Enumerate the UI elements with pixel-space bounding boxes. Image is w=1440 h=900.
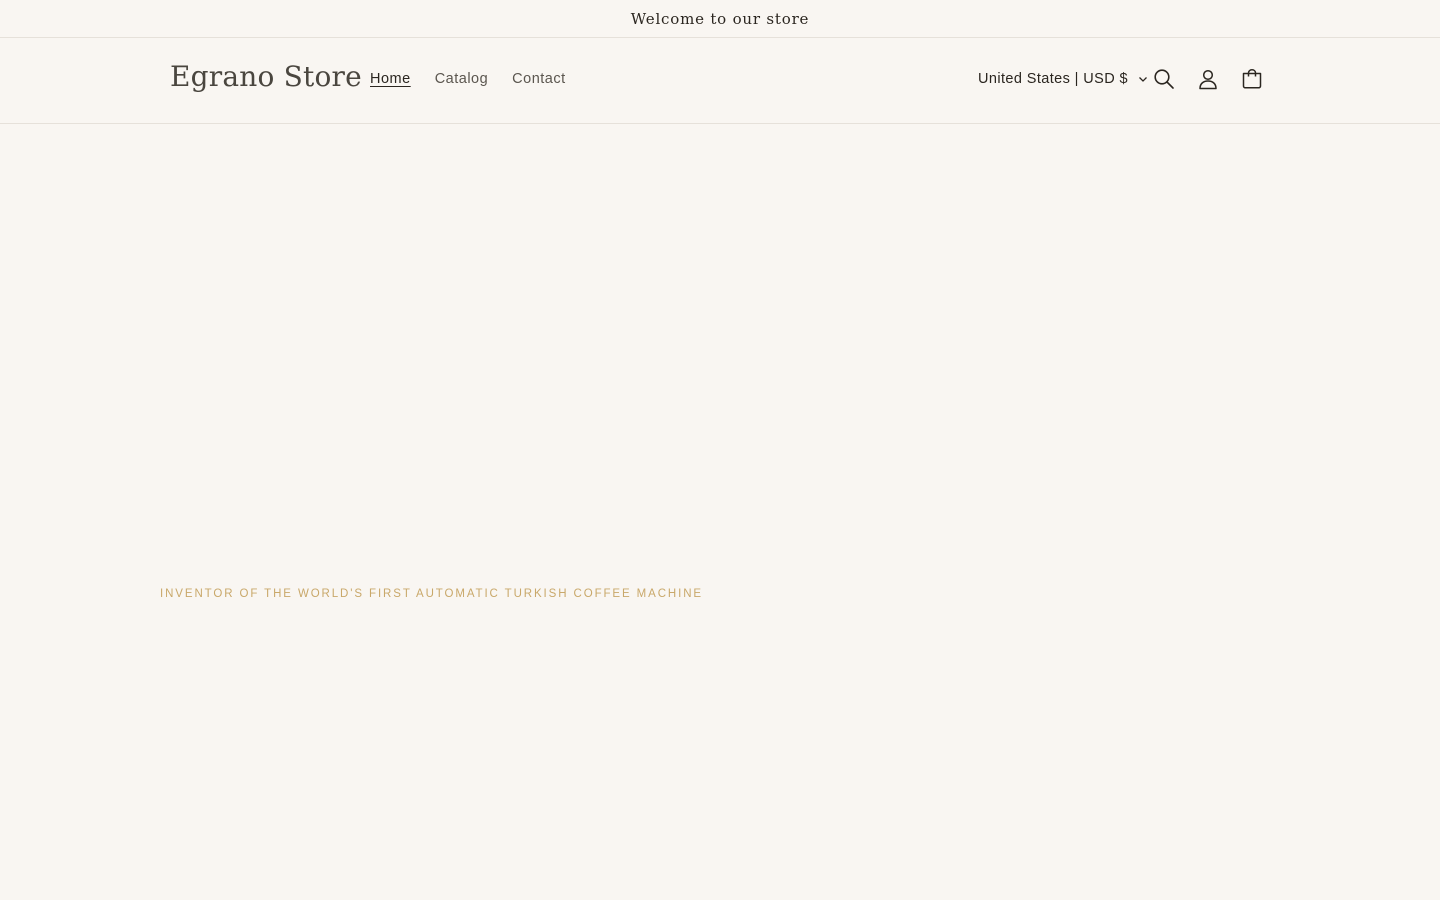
store-logo[interactable]: Egrano Store [170, 60, 362, 93]
main-nav: Home Catalog Contact [370, 71, 590, 87]
cart-button[interactable] [1240, 67, 1264, 91]
nav-item-catalog[interactable]: Catalog [435, 71, 488, 87]
search-button[interactable] [1152, 67, 1176, 91]
account-icon [1199, 69, 1217, 90]
announcement-bar: Welcome to our store [0, 0, 1440, 38]
announcement-text: Welcome to our store [630, 9, 810, 28]
country-currency-selector[interactable]: United States | USD $ [978, 71, 1148, 87]
nav-item-home[interactable]: Home [370, 71, 411, 87]
search-icon [1154, 69, 1174, 89]
account-button[interactable] [1196, 67, 1220, 91]
nav-item-contact[interactable]: Contact [512, 71, 565, 87]
country-currency-label: United States | USD $ [978, 71, 1128, 87]
chevron-down-icon [1139, 77, 1147, 82]
hero-tagline: INVENTOR OF THE WORLD'S FIRST AUTOMATIC … [160, 588, 703, 600]
cart-icon [1242, 69, 1262, 89]
site-header: Egrano Store Home Catalog Contact United… [0, 38, 1440, 124]
